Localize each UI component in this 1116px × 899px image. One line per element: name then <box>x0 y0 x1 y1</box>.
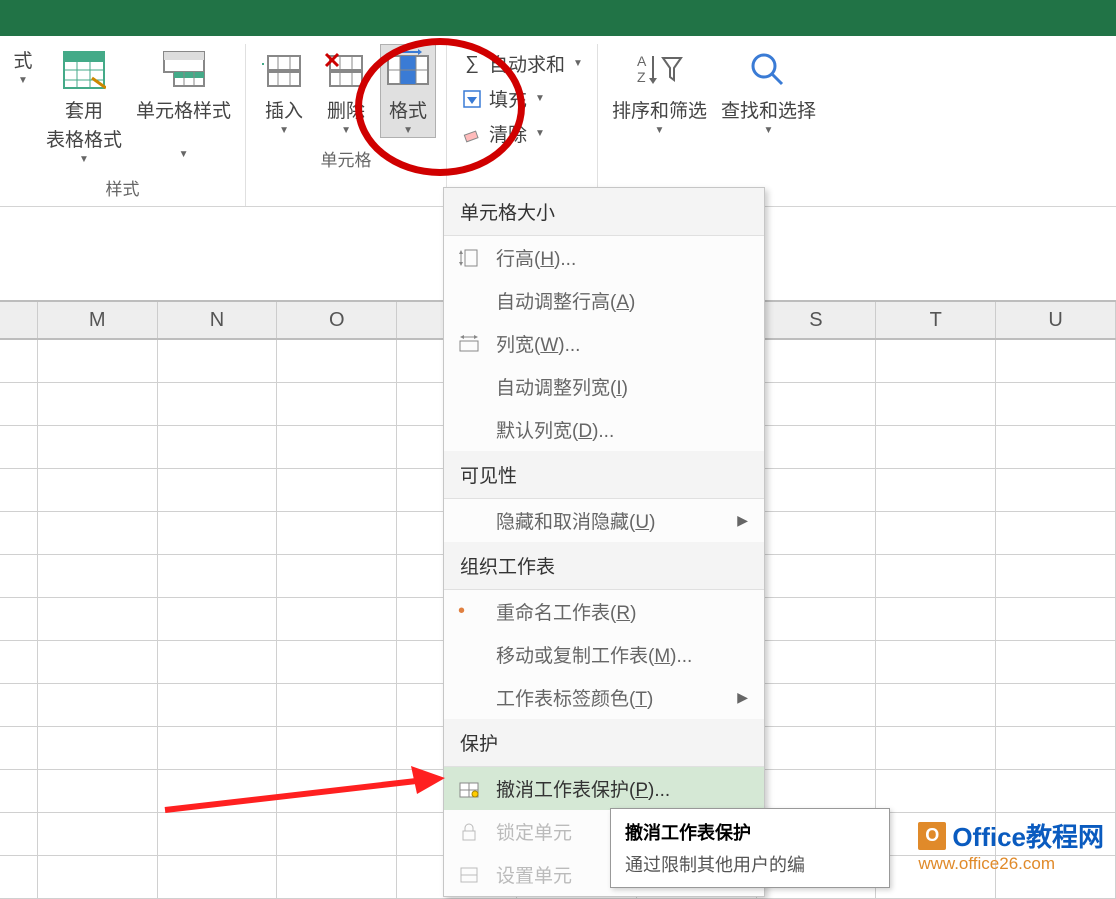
insert-icon <box>260 46 308 94</box>
menu-autofit-row[interactable]: 自动调整行高(A) <box>444 279 764 322</box>
menu-header-visibility: 可见性 <box>444 451 764 499</box>
ribbon-group-editing-small: ∑ 自动求和 ▼ 填充 ▼ 清除 ▼ <box>447 44 598 206</box>
lock-icon <box>456 821 482 843</box>
menu-tab-color[interactable]: 工作表标签颜色(T) ▶ <box>444 676 764 719</box>
cell-styles-button[interactable]: 单元格样式 ▼ <box>132 44 235 162</box>
dropdown-icon: ▼ <box>655 125 665 136</box>
sigma-icon: ∑ <box>461 53 483 75</box>
tooltip-body: 通过限制其他用户的编 <box>625 851 875 877</box>
ribbon: 式 ▼ 套用 表格格式 ▼ 单元格样式 ▼ 样式 <box>0 36 1116 207</box>
dropdown-icon: ▼ <box>403 125 413 136</box>
submenu-arrow-icon: ▶ <box>737 512 748 529</box>
menu-default-width[interactable]: 默认列宽(D)... <box>444 408 764 451</box>
svg-text:A: A <box>637 53 647 69</box>
col-header[interactable]: M <box>38 302 158 338</box>
dropdown-icon: ▼ <box>18 75 28 86</box>
watermark: O Office教程网 www.office26.com <box>918 817 1104 874</box>
dropdown-icon: ▼ <box>179 149 189 160</box>
fill-down-icon <box>461 88 483 110</box>
svg-text:Z: Z <box>637 69 646 85</box>
autosum-button[interactable]: ∑ 自动求和 ▼ <box>457 48 587 79</box>
menu-rename-sheet[interactable]: 重命名工作表(R) <box>444 590 764 633</box>
sort-filter-button[interactable]: AZ 排序和筛选 ▼ <box>608 44 711 138</box>
eraser-icon <box>461 123 483 145</box>
dropdown-icon: ▼ <box>535 93 545 104</box>
format-dropdown-menu: 单元格大小 行高(H)... 自动调整行高(A) 列宽(W)... 自动调整列宽… <box>443 187 765 897</box>
find-select-button[interactable]: 查找和选择 ▼ <box>717 44 820 138</box>
delete-button[interactable]: 删除 ▼ <box>318 44 374 138</box>
col-header[interactable]: S <box>757 302 877 338</box>
partial-button[interactable]: 式 ▼ <box>10 44 36 88</box>
tooltip: 撤消工作表保护 通过限制其他用户的编 <box>610 808 890 888</box>
fill-button[interactable]: 填充 ▼ <box>457 83 587 114</box>
menu-header-protect: 保护 <box>444 719 764 767</box>
dropdown-icon: ▼ <box>535 128 545 139</box>
menu-header-organize: 组织工作表 <box>444 542 764 590</box>
title-bar <box>0 0 1116 36</box>
tooltip-title: 撤消工作表保护 <box>625 819 875 845</box>
office-logo-icon: O <box>918 822 946 850</box>
dropdown-icon: ▼ <box>764 125 774 136</box>
dropdown-icon: ▼ <box>279 125 289 136</box>
clear-button[interactable]: 清除 ▼ <box>457 118 587 149</box>
insert-button[interactable]: 插入 ▼ <box>256 44 312 138</box>
format-cells-icon <box>456 864 482 886</box>
col-header[interactable]: N <box>158 302 278 338</box>
menu-hide-unhide[interactable]: 隐藏和取消隐藏(U) ▶ <box>444 499 764 542</box>
dropdown-icon: ▼ <box>573 58 583 69</box>
col-width-icon <box>456 333 482 355</box>
sort-filter-icon: AZ <box>635 46 683 94</box>
dropdown-icon: ▼ <box>341 125 351 136</box>
col-header[interactable]: T <box>876 302 996 338</box>
menu-col-width[interactable]: 列宽(W)... <box>444 322 764 365</box>
ribbon-group-styles: 式 ▼ 套用 表格格式 ▼ 单元格样式 ▼ 样式 <box>0 44 246 206</box>
row-height-icon <box>456 247 482 269</box>
format-as-table-button[interactable]: 套用 表格格式 ▼ <box>42 44 126 167</box>
menu-autofit-col[interactable]: 自动调整列宽(I) <box>444 365 764 408</box>
ribbon-group-editing-big: AZ 排序和筛选 ▼ 查找和选择 ▼ <box>598 44 830 206</box>
format-icon <box>384 46 432 94</box>
ribbon-group-cells: 插入 ▼ 删除 ▼ 格式 ▼ 单元格 <box>246 44 447 206</box>
cell-styles-icon <box>160 46 208 94</box>
col-header[interactable]: U <box>996 302 1116 338</box>
col-header[interactable]: O <box>277 302 397 338</box>
menu-move-copy-sheet[interactable]: 移动或复制工作表(M)... <box>444 633 764 676</box>
table-format-icon <box>60 46 108 94</box>
dropdown-icon: ▼ <box>79 154 89 165</box>
group-label-styles: 样式 <box>106 175 140 200</box>
menu-header-cellsize: 单元格大小 <box>444 188 764 236</box>
group-label-cells: 单元格 <box>321 146 372 171</box>
unprotect-icon <box>456 778 482 800</box>
format-button[interactable]: 格式 ▼ <box>380 44 436 138</box>
menu-row-height[interactable]: 行高(H)... <box>444 236 764 279</box>
menu-unprotect-sheet[interactable]: 撤消工作表保护(P)... <box>444 767 764 810</box>
submenu-arrow-icon: ▶ <box>737 689 748 706</box>
delete-icon <box>322 46 370 94</box>
search-icon <box>744 46 792 94</box>
